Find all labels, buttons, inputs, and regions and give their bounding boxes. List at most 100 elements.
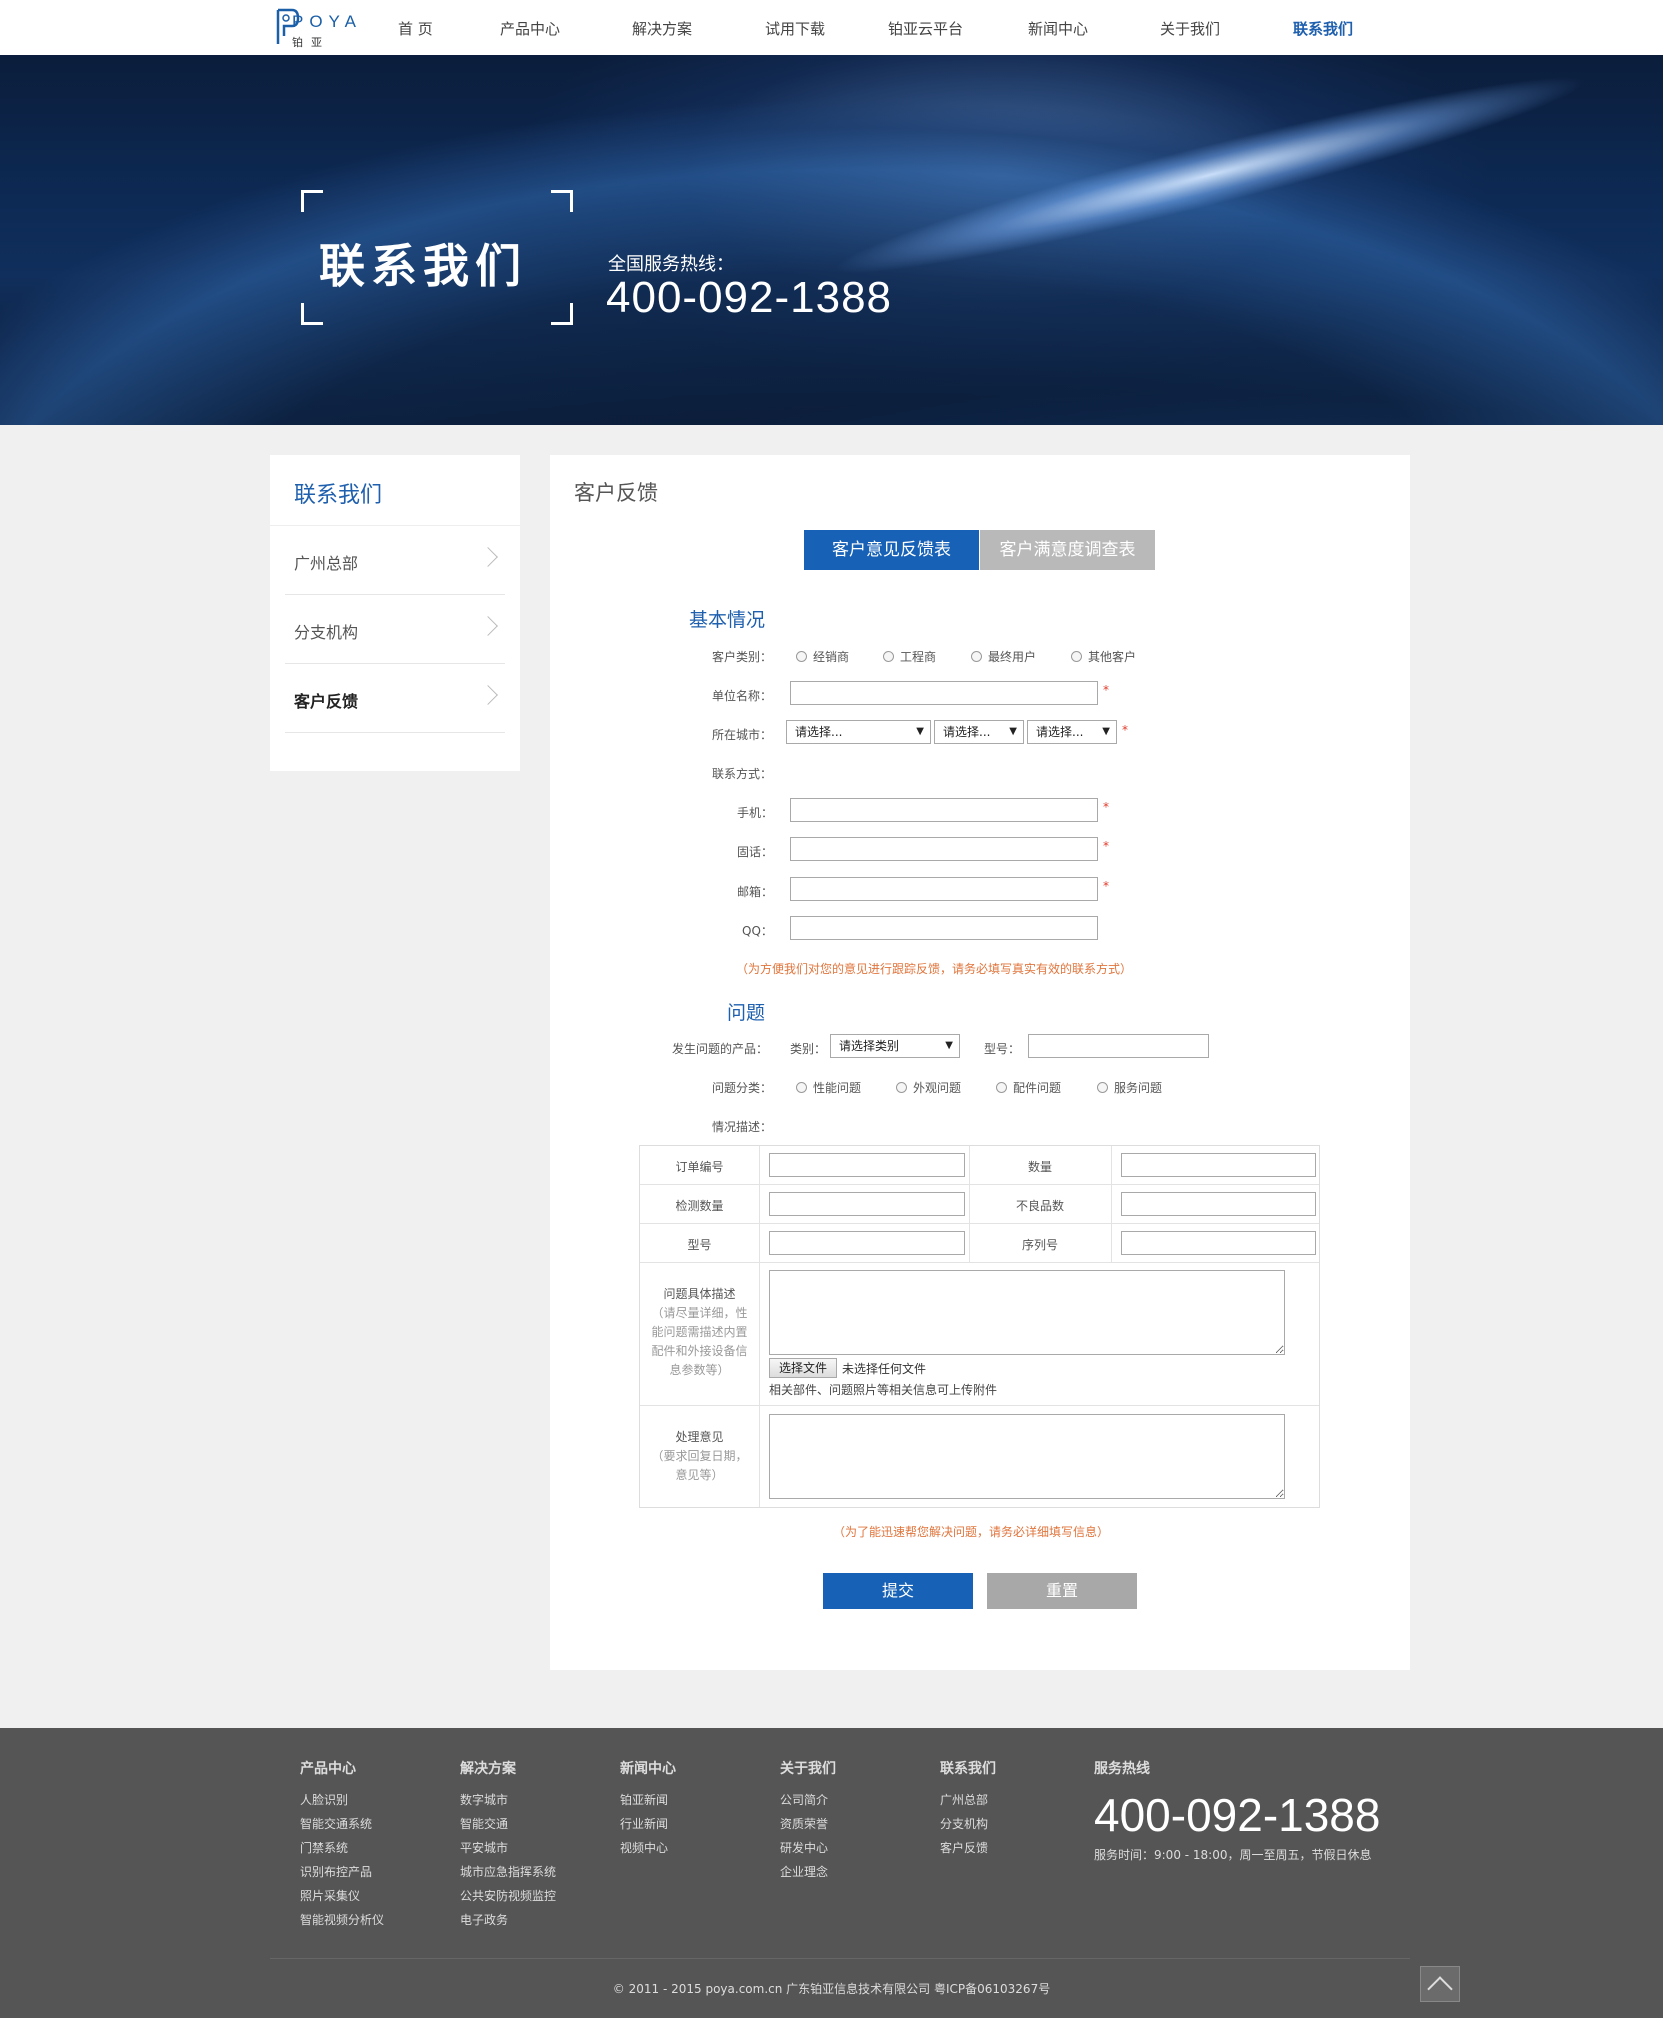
radio-icon: [796, 1082, 807, 1093]
nav-cloud-platform[interactable]: 铂亚云平台: [888, 18, 963, 39]
email-input[interactable]: [790, 877, 1098, 901]
dropdown-arrow-icon: ▼: [1102, 726, 1110, 737]
footer-link[interactable]: 数字城市: [460, 1788, 556, 1812]
footer-col-about: 关于我们 公司简介 资质荣誉 研发中心 企业理念: [780, 1758, 836, 1884]
radio-appearance[interactable]: 外观问题: [896, 1079, 961, 1096]
footer-col-hotline: 服务热线: [1094, 1758, 1150, 1788]
radio-distributor[interactable]: 经销商: [796, 648, 849, 665]
radio-service[interactable]: 服务问题: [1097, 1079, 1162, 1096]
footer-link[interactable]: 铂亚新闻: [620, 1788, 676, 1812]
sidebar-item-label: 分支机构: [294, 623, 359, 642]
sidebar-item-guangzhou-hq[interactable]: 广州总部: [285, 526, 505, 595]
dropdown-arrow-icon: ▼: [916, 726, 924, 737]
footer-link[interactable]: 企业理念: [780, 1860, 836, 1884]
footer-link[interactable]: 照片采集仪: [300, 1884, 384, 1908]
radio-icon: [883, 651, 894, 662]
table-row: 检测数量 不良品数: [640, 1185, 1319, 1224]
quantity-label: 数量: [1027, 1160, 1052, 1174]
quantity-input[interactable]: [1121, 1153, 1316, 1177]
footer-link[interactable]: 识别布控产品: [300, 1860, 384, 1884]
footer-link[interactable]: 研发中心: [780, 1836, 836, 1860]
footer-link[interactable]: 电子政务: [460, 1908, 556, 1932]
inspected-qty-input[interactable]: [769, 1192, 965, 1216]
nav-products[interactable]: 产品中心: [500, 18, 560, 39]
footer-link[interactable]: 智能交通系统: [300, 1812, 384, 1836]
landline-label: 固话：: [737, 845, 774, 859]
required-mark: *: [1103, 683, 1109, 697]
city-select[interactable]: 请选择... ▼: [934, 720, 1024, 744]
sidebar-item-label: 客户反馈: [294, 692, 359, 711]
nav-trial-download[interactable]: 试用下载: [765, 18, 825, 39]
nav-solutions[interactable]: 解决方案: [632, 18, 692, 39]
nav-about[interactable]: 关于我们: [1160, 18, 1220, 39]
file-hint: 相关部件、问题照片等相关信息可上传附件: [769, 1383, 998, 1397]
qq-input[interactable]: [790, 916, 1098, 940]
footer-link[interactable]: 公共安防视频监控: [460, 1884, 556, 1908]
mobile-input[interactable]: [790, 798, 1098, 822]
model-input[interactable]: [1028, 1034, 1209, 1058]
province-select[interactable]: 请选择... ▼: [786, 720, 931, 744]
chevron-right-icon: [478, 616, 498, 636]
defective-qty-input[interactable]: [1121, 1192, 1316, 1216]
footer-link[interactable]: 公司简介: [780, 1788, 836, 1812]
footer-link[interactable]: 视频中心: [620, 1836, 676, 1860]
serial-no-input[interactable]: [1121, 1231, 1316, 1255]
email-label: 邮箱：: [737, 885, 774, 899]
footer-link[interactable]: 智能交通: [460, 1812, 556, 1836]
detail-desc-textarea[interactable]: [769, 1270, 1285, 1355]
footer-link[interactable]: 城市应急指挥系统: [460, 1860, 556, 1884]
table-model-input[interactable]: [769, 1231, 965, 1255]
radio-icon: [996, 1082, 1007, 1093]
radio-contractor[interactable]: 工程商: [883, 648, 936, 665]
file-status: 未选择任何文件: [842, 1362, 927, 1376]
poya-logo[interactable]: POYA 铂亚: [274, 6, 356, 50]
nav-news[interactable]: 新闻中心: [1028, 18, 1088, 39]
footer-link[interactable]: 客户反馈: [940, 1836, 996, 1860]
radio-performance[interactable]: 性能问题: [796, 1079, 861, 1096]
company-input[interactable]: [790, 681, 1098, 705]
nav-contact[interactable]: 联系我们: [1293, 18, 1353, 39]
sidebar-item-branches[interactable]: 分支机构: [285, 595, 505, 664]
district-select[interactable]: 请选择... ▼: [1027, 720, 1117, 744]
banner-title: 联系我们: [319, 239, 527, 293]
radio-end-user[interactable]: 最终用户: [971, 648, 1036, 665]
footer-col-contact: 联系我们 广州总部 分支机构 客户反馈: [940, 1758, 996, 1860]
choose-file-button[interactable]: 选择文件: [769, 1358, 837, 1378]
nav-home[interactable]: 首 页: [398, 18, 433, 39]
handling-opinion-textarea[interactable]: [769, 1414, 1285, 1499]
dropdown-arrow-icon: ▼: [1009, 726, 1017, 737]
landline-input[interactable]: [790, 837, 1098, 861]
radio-icon: [1071, 651, 1082, 662]
top-header: POYA 铂亚 首 页 产品中心 解决方案 试用下载 铂亚云平台 新闻中心 关于…: [0, 0, 1663, 55]
footer-link[interactable]: 广州总部: [940, 1788, 996, 1812]
sidebar: 联系我们 广州总部 分支机构 客户反馈: [270, 455, 520, 771]
footer-link[interactable]: 平安城市: [460, 1836, 556, 1860]
footer-link[interactable]: 分支机构: [940, 1812, 996, 1836]
footer-link[interactable]: 人脸识别: [300, 1788, 384, 1812]
table-row: 问题具体描述 （请尽量详细，性能问题需描述内置配件和外接设备信息参数等） 选择文…: [640, 1263, 1319, 1406]
section-title-basic: 基本情况: [689, 609, 766, 631]
back-to-top-button[interactable]: [1420, 1966, 1460, 2002]
banner-title-frame: 联系我们: [301, 190, 573, 325]
footer-col-products: 产品中心 人脸识别 智能交通系统 门禁系统 识别布控产品 照片采集仪 智能视频分…: [300, 1758, 384, 1932]
reset-button[interactable]: 重置: [987, 1573, 1137, 1609]
footer-col-title: 产品中心: [300, 1761, 356, 1777]
main-nav: 首 页 产品中心 解决方案 试用下载 铂亚云平台 新闻中心 关于我们 联系我们: [360, 0, 1360, 55]
defective-qty-label: 不良品数: [1015, 1199, 1064, 1213]
footer-hotline-title: 服务热线: [1094, 1761, 1150, 1777]
chevron-right-icon: [478, 547, 498, 567]
submit-button[interactable]: 提交: [823, 1573, 973, 1609]
sidebar-item-feedback[interactable]: 客户反馈: [285, 664, 505, 733]
radio-accessory[interactable]: 配件问题: [996, 1079, 1061, 1096]
category-select[interactable]: 请选择类别 ▼: [830, 1034, 960, 1058]
footer-link[interactable]: 智能视频分析仪: [300, 1908, 384, 1932]
footer-link[interactable]: 门禁系统: [300, 1836, 384, 1860]
logo-letters: POYA: [292, 12, 362, 31]
tab-feedback-form[interactable]: 客户意见反馈表: [804, 530, 979, 570]
order-no-input[interactable]: [769, 1153, 965, 1177]
footer-link[interactable]: 资质荣誉: [780, 1812, 836, 1836]
radio-other-customer[interactable]: 其他客户: [1071, 648, 1136, 665]
footer-link[interactable]: 行业新闻: [620, 1812, 676, 1836]
tab-satisfaction-survey[interactable]: 客户满意度调查表: [980, 530, 1155, 570]
sidebar-title: 联系我们: [294, 483, 383, 508]
